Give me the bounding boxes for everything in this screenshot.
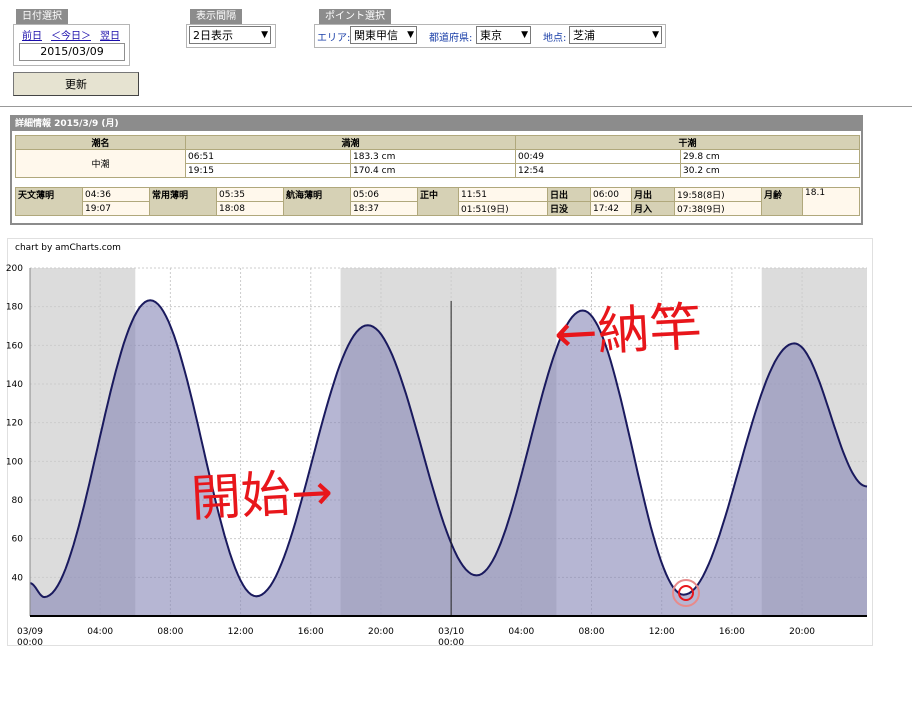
x-tick-sublabel: 00:00 [438,638,464,648]
x-tick-label: 16:00 [719,627,745,637]
tide-chart: 40608010012014016018020003/0900:0004:00 0… [6,264,868,648]
x-tick-label: 12:00 [649,627,675,637]
x-tick-label: 16:00 [298,627,324,637]
x-tick-label: 20:00 [789,627,815,637]
x-tick-label: 03/09 [17,627,43,637]
x-tick-label: 12:00 [228,627,254,637]
y-tick-label: 160 [6,341,23,351]
x-tick-label: 03/10 [438,627,464,637]
y-tick-label: 200 [6,264,23,274]
x-tick-label: 08:00 [157,627,183,637]
y-tick-label: 80 [12,496,24,506]
x-tick-label: 20:00 [368,627,394,637]
x-tick-sublabel: 00:00 [17,638,43,648]
x-tick-label: 04:00 [87,627,113,637]
y-tick-label: 60 [12,535,24,545]
annotation-end: ←納竿 [553,297,704,365]
y-tick-label: 120 [6,419,23,429]
y-tick-label: 40 [12,573,24,583]
y-tick-label: 180 [6,303,23,313]
y-tick-label: 140 [6,380,23,390]
x-tick-label: 08:00 [579,627,605,637]
annotation-start: 開始→ [190,463,335,528]
y-tick-label: 100 [6,457,23,467]
x-tick-label: 04:00 [508,627,534,637]
